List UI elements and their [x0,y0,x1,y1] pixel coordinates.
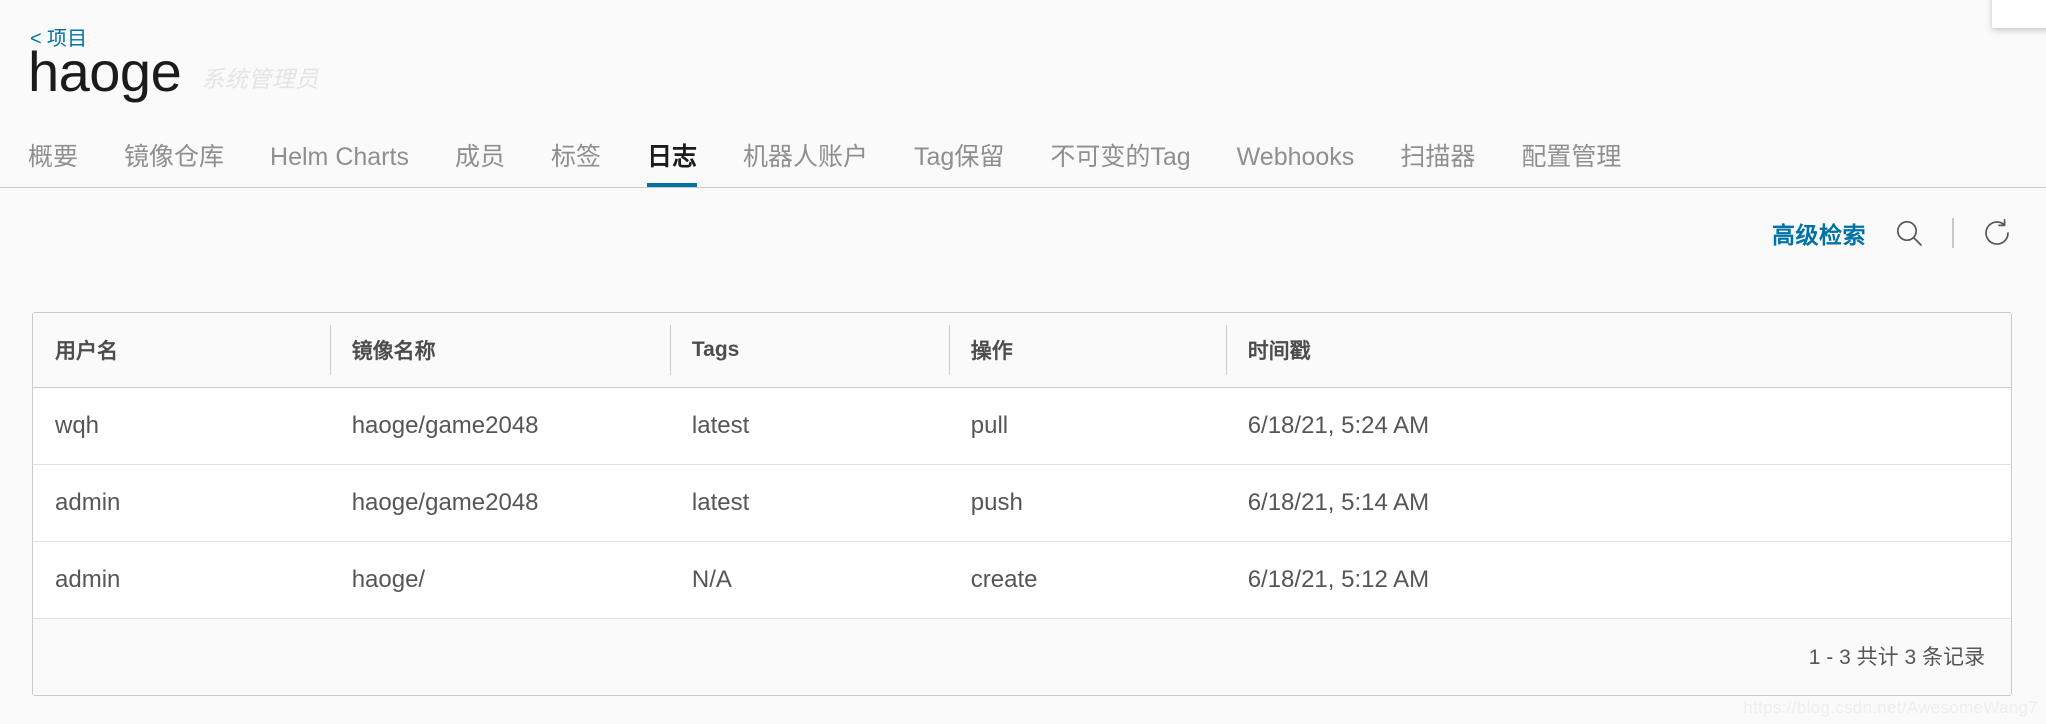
project-role-label: 系统管理员 [201,66,319,92]
tab-11[interactable]: 配置管理 [1521,142,1621,186]
tab-10[interactable]: 扫描器 [1400,142,1475,186]
floating-panel-corner [1992,0,2046,28]
page-title-row: haoge 系统管理员 [28,44,319,100]
cell-timestamp: 6/18/21, 5:14 AM [1225,464,2011,542]
tab-6[interactable]: 机器人账户 [743,142,868,186]
column-header-2: Tags [669,313,949,388]
cell-tags: N/A [669,541,949,619]
cell-operation: create [948,541,1226,619]
table-header-row: 用户名 镜像名称 Tags 操作 时间戳 [33,313,2011,388]
cell-repository: haoge/ [329,541,670,619]
tab-3[interactable]: 成员 [455,142,505,186]
logs-table-container: 用户名 镜像名称 Tags 操作 时间戳 wqh haoge/game2048 latest… [32,312,2012,696]
tab-5[interactable]: 日志 [646,142,698,187]
tab-4[interactable]: 标签 [551,142,601,186]
logs-table-body: wqh haoge/game2048 latest pull 6/18/21, 5:24… [33,387,2011,619]
tab-1[interactable]: 镜像仓库 [124,142,224,186]
table-row[interactable]: wqh haoge/game2048 latest pull 6/18/21, 5:24… [33,387,2011,465]
project-tabs: 概要 镜像仓库 Helm Charts 成员 标签 日志 机器人账户 Tag保留 不可变的Tag… [0,142,2046,188]
cell-repository: haoge/game2048 [329,464,670,542]
cell-operation: push [948,464,1226,542]
cell-username: admin [33,464,330,542]
table-row[interactable]: admin haoge/game2048 latest push 6/18/21, 5:… [33,464,2011,542]
table-row[interactable]: admin haoge/N/A create 6/18/21, 5:12 AM [33,541,2011,619]
cell-operation: pull [948,387,1226,465]
tab-8[interactable]: 不可变的Tag [1050,142,1190,186]
cell-username: admin [33,541,330,619]
advanced-search-link[interactable]: 高级检索 [1772,216,1866,250]
cell-timestamp: 6/18/21, 5:12 AM [1225,541,2011,619]
column-header-1: 镜像名称 [329,313,670,388]
column-header-0: 用户名 [33,313,330,388]
column-header-4: 时间戳 [1225,313,2011,388]
refresh-icon[interactable] [1980,216,2014,250]
cell-tags: latest [669,387,949,465]
project-logs-page: < 项目 haoge 系统管理员 概要 镜像仓库 Helm Charts 成员 标签 日志机… [0,0,2046,724]
search-icon[interactable] [1892,216,1926,250]
logs-toolbar: 高级检索 [1772,208,2014,258]
toolbar-divider [1952,218,1954,248]
pagination-summary: 1 - 3 共计 3 条记录 [33,619,2011,695]
tab-7[interactable]: Tag保留 [914,142,1004,186]
watermark-text: https://blog.csdn.net/AwesomeWang7 [1743,698,2038,717]
column-header-3: 操作 [948,313,1226,388]
page-title: haoge [28,40,182,103]
tab-0[interactable]: 概要 [28,142,78,186]
tab-9[interactable]: Webhooks [1237,142,1355,186]
cell-timestamp: 6/18/21, 5:24 AM [1225,387,2011,465]
tab-2[interactable]: Helm Charts [270,142,409,186]
cell-repository: haoge/game2048 [329,387,670,465]
logs-table: 用户名 镜像名称 Tags 操作 时间戳 wqh haoge/game2048 latest… [33,313,2011,619]
logs-table-head: 用户名 镜像名称 Tags 操作 时间戳 [33,313,2011,388]
cell-username: wqh [33,387,330,465]
cell-tags: latest [669,464,949,542]
